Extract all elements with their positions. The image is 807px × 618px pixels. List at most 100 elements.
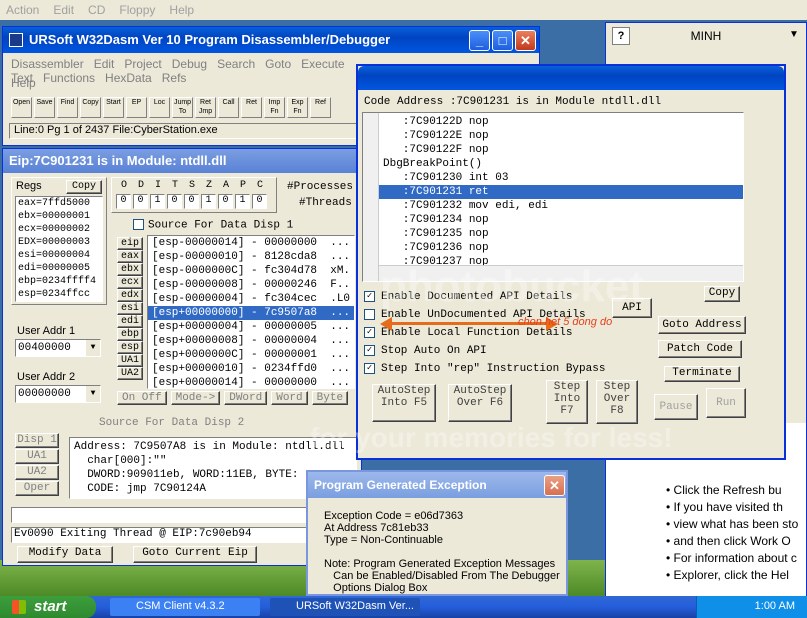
source-button[interactable]: edx xyxy=(117,289,143,302)
flag-value[interactable]: 1 xyxy=(235,194,250,209)
pause-button[interactable]: Pause xyxy=(654,394,698,420)
menu-item[interactable]: Help xyxy=(11,76,36,90)
toolbar-button[interactable]: EP xyxy=(126,97,147,118)
code-vscroll[interactable] xyxy=(363,113,379,281)
run-button[interactable]: Run xyxy=(706,388,746,418)
api-button[interactable]: API xyxy=(612,298,652,318)
toolbar-button[interactable]: Exp Fn xyxy=(287,97,308,118)
vm-menu-item[interactable]: Edit xyxy=(53,3,74,17)
goto-address-button[interactable]: Goto Address xyxy=(658,316,746,334)
option-checkbox[interactable]: ✓ xyxy=(364,344,375,356)
menu-item[interactable]: Edit xyxy=(94,57,115,71)
stack-row[interactable]: [esp+00000000] - 7c9507a8 ... xyxy=(148,306,354,320)
stack-row[interactable]: [esp+00000014] - 00000000 ... xyxy=(148,376,354,388)
patch-code-button[interactable]: Patch Code xyxy=(658,340,742,358)
chevron-down-icon[interactable]: ▼ xyxy=(86,340,100,356)
menu-item[interactable]: Refs xyxy=(162,71,187,85)
menu-item[interactable]: Goto xyxy=(265,57,291,71)
exception-close-button[interactable]: ✕ xyxy=(544,475,565,496)
toolbar-button[interactable]: Start xyxy=(103,97,124,118)
maximize-button[interactable]: □ xyxy=(492,30,513,51)
toolbar-button[interactable]: Imp Fn xyxy=(264,97,285,118)
source-button[interactable]: esp xyxy=(117,341,143,354)
toolbar-button[interactable]: Jump To xyxy=(172,97,193,118)
menu-item[interactable]: Disassembler xyxy=(11,57,84,71)
toolbar-button[interactable]: Open xyxy=(11,97,32,118)
code-line[interactable]: :7C901236 nop xyxy=(379,241,743,255)
code-line[interactable]: DbgBreakPoint() xyxy=(379,157,743,171)
vm-menu-item[interactable]: Help xyxy=(169,3,194,17)
minimize-button[interactable]: _ xyxy=(469,30,490,51)
flag-value[interactable]: 1 xyxy=(201,194,216,209)
display-mode-button[interactable]: On Off xyxy=(117,391,167,405)
side-dropdown-icon[interactable]: ▼ xyxy=(789,29,803,43)
taskbar-item-w32dasm[interactable]: URSoft W32Dasm Ver... xyxy=(270,598,420,616)
modify-data-button[interactable]: Modify Data xyxy=(17,546,113,563)
menu-item[interactable]: Project xyxy=(124,57,161,71)
disp2-button[interactable]: UA2 xyxy=(15,465,59,480)
source-button[interactable]: ebp xyxy=(117,328,143,341)
autostep-into-button[interactable]: AutoStep Into F5 xyxy=(372,384,436,422)
close-button[interactable]: ✕ xyxy=(515,30,536,51)
flag-value[interactable]: 0 xyxy=(116,194,131,209)
side-help-icon[interactable]: ? xyxy=(612,27,630,45)
stack-row[interactable]: [esp-00000004] - fc304cec .L0 xyxy=(148,292,354,306)
source-button[interactable]: UA1 xyxy=(117,354,143,367)
stack-row[interactable]: [esp+00000008] - 00000004 ... xyxy=(148,334,354,348)
regs-copy-button[interactable]: Copy xyxy=(66,180,102,194)
vm-menu-item[interactable]: Floppy xyxy=(119,3,155,17)
disp2-button[interactable]: Disp 1 xyxy=(15,433,59,448)
flag-value[interactable]: 0 xyxy=(252,194,267,209)
toolbar-button[interactable]: Ref xyxy=(310,97,331,118)
source-button[interactable]: ebx xyxy=(117,263,143,276)
user-addr2-select[interactable]: 00000000 ▼ xyxy=(15,385,101,403)
option-checkbox[interactable]: ✓ xyxy=(364,362,375,374)
goto-current-eip-button[interactable]: Goto Current Eip xyxy=(133,546,257,563)
menu-item[interactable]: Search xyxy=(217,57,255,71)
source-button[interactable]: esi xyxy=(117,302,143,315)
menu-item[interactable]: Functions xyxy=(43,71,95,85)
stack-row[interactable]: [esp-00000008] - 00000246 F.. xyxy=(148,278,354,292)
display-mode-button[interactable]: Byte xyxy=(311,391,349,405)
code-line[interactable]: :7C901235 nop xyxy=(379,227,743,241)
menu-item[interactable]: HexData xyxy=(105,71,152,85)
source-button[interactable]: eip xyxy=(117,237,143,250)
disp2-button[interactable]: Oper xyxy=(15,481,59,496)
terminate-button[interactable]: Terminate xyxy=(664,366,740,382)
code-line[interactable]: :7C90122E nop xyxy=(379,129,743,143)
stack-row[interactable]: [esp+00000010] - 0234ffd0 ... xyxy=(148,362,354,376)
display-mode-button[interactable]: Mode-> xyxy=(170,391,221,405)
toolbar-button[interactable]: Ret xyxy=(241,97,262,118)
chevron-down-icon[interactable]: ▼ xyxy=(86,386,100,402)
autostep-over-button[interactable]: AutoStep Over F6 xyxy=(448,384,512,422)
code-line[interactable]: :7C901232 mov edi, edi xyxy=(379,199,743,213)
stack-row[interactable]: [esp+0000000C] - 00000001 ... xyxy=(148,348,354,362)
code-line[interactable]: :7C90122D nop xyxy=(379,115,743,129)
toolbar-button[interactable]: Loc xyxy=(149,97,170,118)
user-addr1-select[interactable]: 00400000 ▼ xyxy=(15,339,101,357)
option-checkbox[interactable]: ✓ xyxy=(364,326,375,338)
code-line[interactable]: :7C901234 nop xyxy=(379,213,743,227)
display-mode-button[interactable]: DWord xyxy=(224,391,268,405)
source-button[interactable]: ecx xyxy=(117,276,143,289)
source-button[interactable]: edi xyxy=(117,315,143,328)
toolbar-button[interactable]: Ret Jmp xyxy=(195,97,216,118)
vm-menu-item[interactable]: Action xyxy=(6,3,39,17)
code-hscroll[interactable] xyxy=(379,265,743,281)
code-line[interactable]: :7C901231 ret xyxy=(379,185,743,199)
menu-item[interactable]: Debug xyxy=(172,57,207,71)
display-mode-button[interactable]: Word xyxy=(271,391,308,405)
flag-value[interactable]: 0 xyxy=(167,194,182,209)
copy-button[interactable]: Copy xyxy=(704,286,740,302)
step-over-button[interactable]: Step Over F8 xyxy=(596,380,638,424)
source-button[interactable]: eax xyxy=(117,250,143,263)
flag-value[interactable]: 1 xyxy=(150,194,165,209)
flag-value[interactable]: 0 xyxy=(184,194,199,209)
stack-row[interactable]: [esp-0000000C] - fc304d78 xM. xyxy=(148,264,354,278)
toolbar-button[interactable]: Copy xyxy=(80,97,101,118)
code-line[interactable]: :7C90122F nop xyxy=(379,143,743,157)
disp2-button[interactable]: UA1 xyxy=(15,449,59,464)
stack-row[interactable]: [esp-00000014] - 00000000 ... xyxy=(148,236,354,250)
stack-row[interactable]: [esp+00000004] - 00000005 ... xyxy=(148,320,354,334)
flag-value[interactable]: 0 xyxy=(133,194,148,209)
